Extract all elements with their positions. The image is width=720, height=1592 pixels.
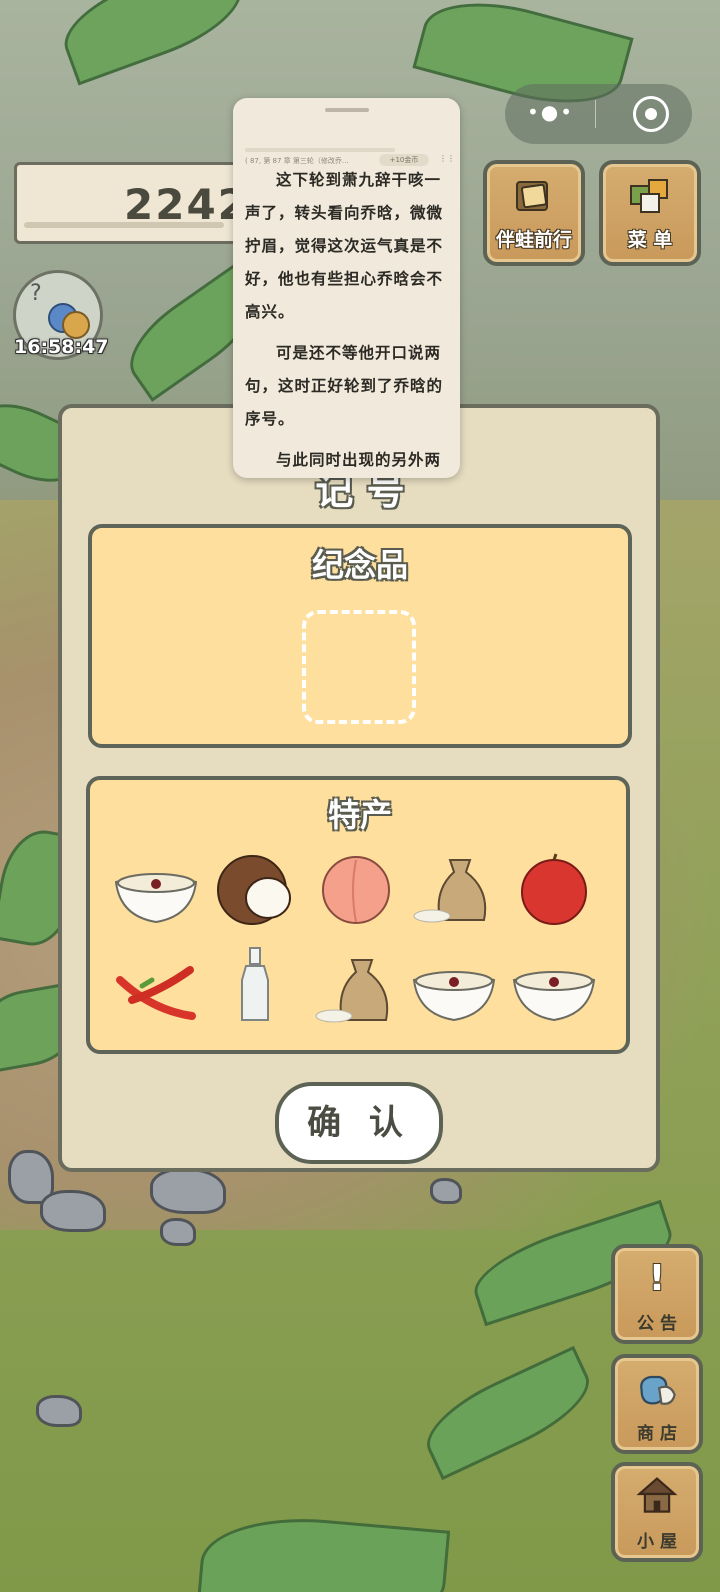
reader-menu-icon[interactable]: ⋮⋮ — [439, 154, 455, 163]
question-mark-icon: ? — [30, 281, 42, 306]
glass-bottle-icon[interactable] — [212, 946, 300, 1026]
menu-cards-icon — [630, 179, 668, 213]
rock — [430, 1178, 462, 1204]
album-icon — [516, 181, 548, 211]
house-button[interactable]: 小 屋 — [611, 1462, 703, 1562]
menu-label: 菜 单 — [627, 229, 673, 251]
souvenir-title: 纪念品 — [311, 546, 408, 584]
peach-icon[interactable] — [312, 850, 400, 930]
mini-program-capsule: •●• — [505, 84, 692, 144]
apple-icon[interactable] — [510, 850, 598, 930]
shop-bag-icon — [640, 1375, 676, 1405]
drag-handle[interactable] — [325, 108, 369, 112]
floating-reader-window[interactable]: ( 87, 第 87 章 第三轮（修改乔… +10金币 ⋮⋮ 这下轮到萧九辞干咳… — [233, 98, 460, 478]
rice-sack-icon[interactable] — [410, 850, 498, 930]
coconut-icon[interactable] — [212, 850, 300, 930]
menu-button[interactable]: 菜 单 — [599, 160, 701, 266]
more-options-icon[interactable]: •●• — [527, 100, 574, 124]
shop-label: 商 店 — [637, 1424, 677, 1444]
exclamation-icon: ! — [648, 1258, 666, 1299]
reader-paragraph: 可是还不等他开口说两句，这时正好轮到了乔晗的序号。 — [245, 344, 444, 428]
notice-button[interactable]: ! 公 告 — [611, 1244, 703, 1344]
house-icon — [636, 1477, 678, 1513]
capsule-divider — [595, 100, 596, 128]
status-timer: 16:58:47 — [14, 336, 109, 358]
specialty-title: 特产 — [327, 796, 392, 834]
chick-icon — [62, 311, 90, 339]
rock — [40, 1190, 106, 1232]
reader-header-faint — [245, 148, 395, 152]
clover-bar — [24, 222, 224, 228]
shop-button[interactable]: 商 店 — [611, 1354, 703, 1454]
rice-pudding-icon[interactable] — [410, 950, 498, 1030]
reader-paragraph: 与此同时出现的另外两道声音让萧九辞的脸色瞬间变 — [276, 451, 442, 469]
souvenir-slot-empty — [302, 610, 416, 724]
rice-pudding-icon[interactable] — [112, 852, 200, 932]
rice-pudding-icon[interactable] — [510, 950, 598, 1030]
rock — [160, 1218, 196, 1246]
notice-label: 公 告 — [637, 1314, 677, 1334]
house-label: 小 屋 — [637, 1532, 677, 1552]
confirm-button[interactable]: 确 认 — [275, 1082, 443, 1164]
chili-peppers-icon[interactable] — [112, 950, 200, 1030]
travel-with-frog-button[interactable]: 伴蛙前行 — [483, 160, 585, 266]
close-mini-program-icon[interactable] — [633, 96, 669, 132]
rock — [36, 1395, 82, 1427]
rock — [150, 1168, 226, 1214]
reader-paragraph: 这下轮到萧九辞干咳一声了，转头看向乔晗，微微拧眉，觉得这次运气真是不好，他也有些… — [245, 171, 444, 321]
travel-with-frog-label: 伴蛙前行 — [495, 229, 572, 251]
rice-sack-icon[interactable] — [312, 950, 400, 1030]
